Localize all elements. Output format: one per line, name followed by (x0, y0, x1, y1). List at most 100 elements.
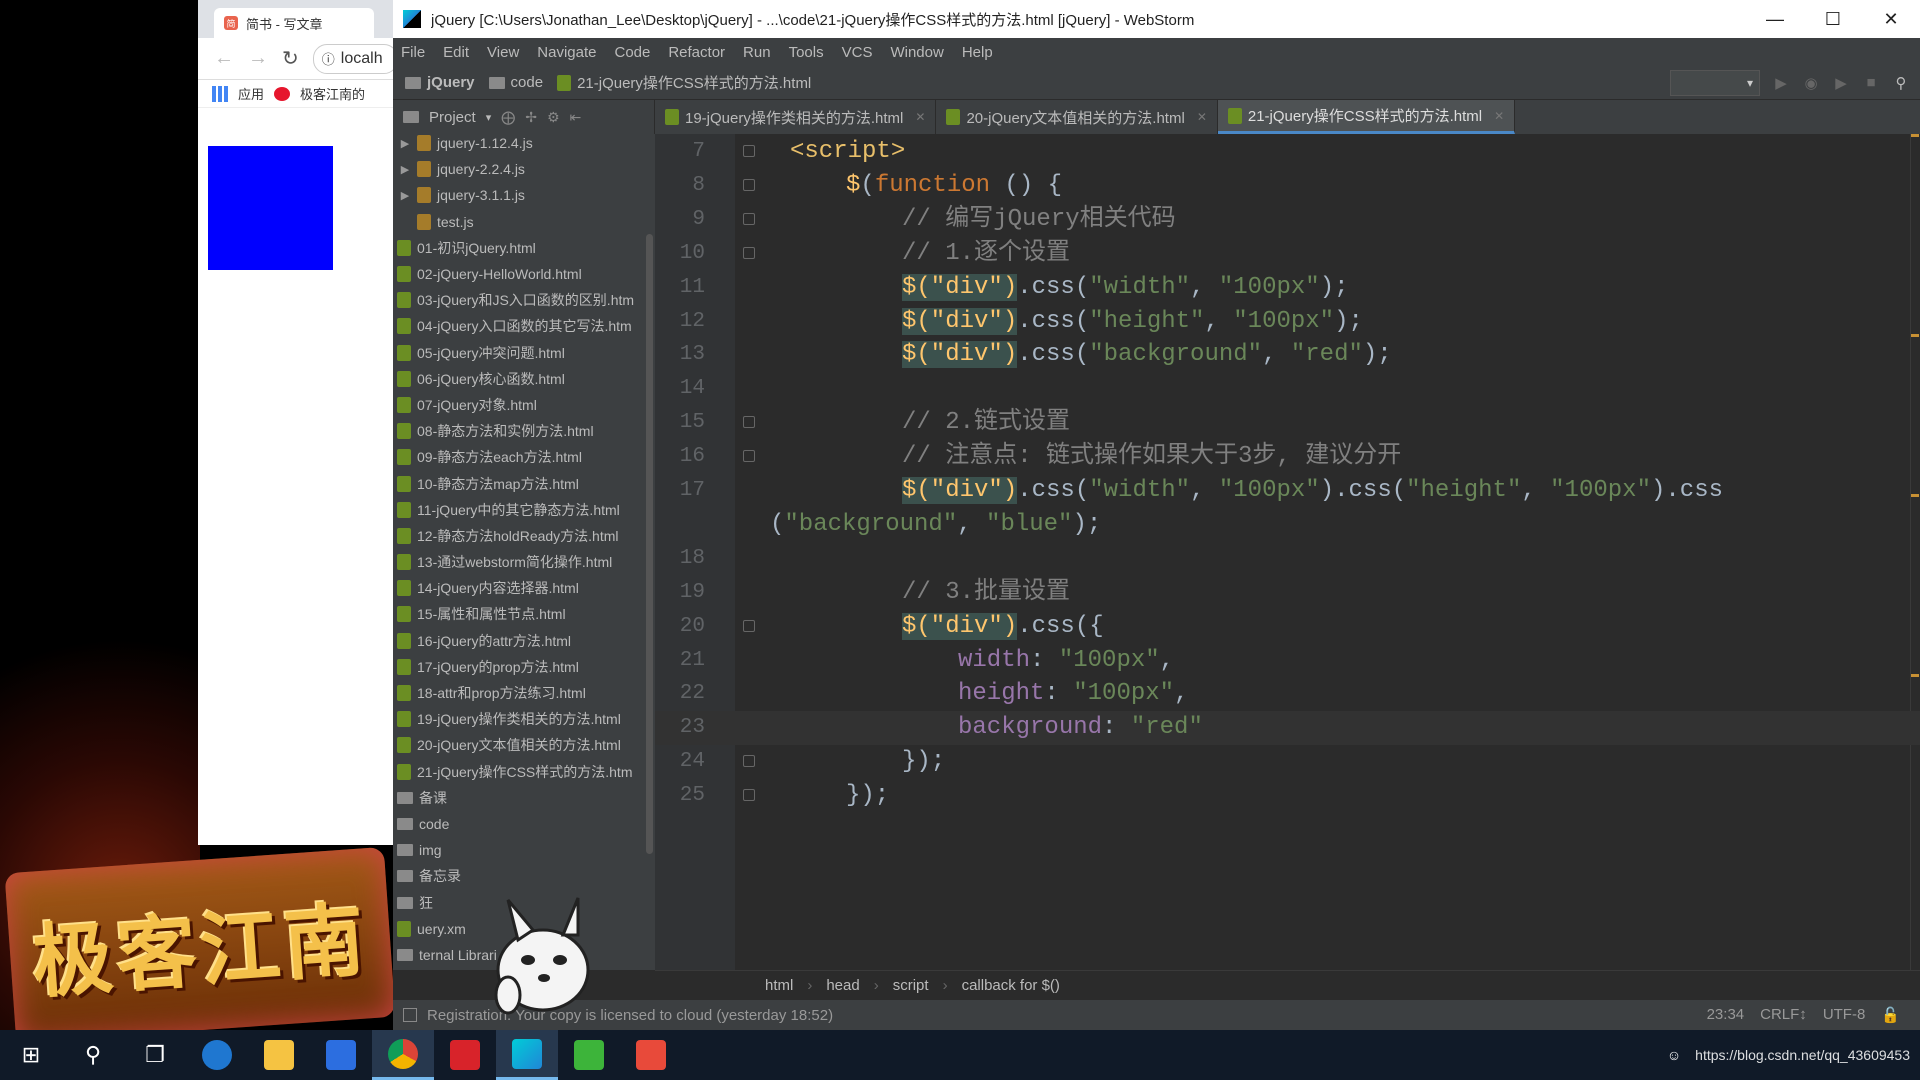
tree-item[interactable]: test.js (393, 209, 655, 235)
address-bar[interactable]: ⓘ localh (312, 43, 398, 74)
fold-marker-icon[interactable] (743, 246, 755, 259)
tree-item[interactable]: ▶ jquery-3.1.1.js (393, 182, 655, 208)
task-view-icon[interactable]: ❐ (124, 1030, 186, 1080)
crumb-script[interactable]: script (893, 977, 929, 994)
fold-marker-icon[interactable] (743, 789, 755, 802)
hide-icon[interactable]: ⇤ (570, 109, 582, 126)
search-icon[interactable]: ⚲ (1892, 74, 1910, 92)
camtasia-icon[interactable] (558, 1030, 620, 1080)
forward-icon[interactable]: → (248, 47, 268, 70)
status-icon[interactable] (403, 1008, 417, 1022)
menu-code[interactable]: Code (614, 44, 650, 61)
fold-marker-icon[interactable] (743, 416, 755, 429)
minimize-icon[interactable]: — (1746, 9, 1804, 30)
tree-item[interactable]: 17-jQuery的prop方法.html (393, 654, 655, 680)
crumb-head[interactable]: head (826, 977, 859, 994)
tree-item[interactable]: 02-jQuery-HelloWorld.html (393, 261, 655, 287)
close-icon[interactable]: ✕ (1862, 9, 1920, 30)
tree-item[interactable]: 14-jQuery内容选择器.html (393, 575, 655, 601)
menu-file[interactable]: File (401, 44, 425, 61)
file-encoding[interactable]: UTF-8 (1823, 1006, 1866, 1024)
code-editor[interactable]: 7 <script> 8 $(function () {9// 编写jQuery相关代… (655, 134, 1920, 970)
close-tab-icon[interactable]: ✕ (915, 110, 925, 124)
menu-tools[interactable]: Tools (789, 44, 824, 61)
tree-item[interactable]: 07-jQuery对象.html (393, 392, 655, 418)
tree-item[interactable]: 21-jQuery操作CSS样式的方法.htm (393, 759, 655, 785)
chevron-right-icon[interactable]: ▶ (399, 163, 411, 176)
crumb-callback[interactable]: callback for $() (962, 977, 1060, 994)
tree-item[interactable]: 10-静态方法map方法.html (393, 470, 655, 496)
reload-icon[interactable]: ↻ (282, 46, 299, 71)
tree-item[interactable]: 08-静态方法和实例方法.html (393, 418, 655, 444)
tree-item[interactable]: 备忘录 (393, 863, 655, 889)
nav-crumb-file[interactable]: 21-jQuery操作CSS样式的方法.html (557, 72, 811, 93)
maximize-icon[interactable]: ☐ (1804, 9, 1862, 30)
menu-run[interactable]: Run (743, 44, 771, 61)
debug-icon[interactable]: ◉ (1802, 74, 1820, 92)
collapse-icon[interactable]: ✢ (525, 109, 537, 126)
chevron-right-icon[interactable]: ▶ (399, 189, 411, 202)
tree-item[interactable]: 备课 (393, 785, 655, 811)
cursor-position[interactable]: 23:34 (1707, 1006, 1745, 1024)
recorder-icon[interactable] (620, 1030, 682, 1080)
tree-item[interactable]: 15-属性和属性节点.html (393, 601, 655, 627)
fold-marker-icon[interactable] (743, 755, 755, 768)
tree-item[interactable]: 12-静态方法holdReady方法.html (393, 523, 655, 549)
tree-item[interactable]: ▶ jquery-2.2.4.js (393, 156, 655, 182)
fold-marker-icon[interactable] (743, 178, 755, 191)
tree-scrollbar[interactable] (646, 234, 653, 854)
tree-item[interactable]: 06-jQuery核心函数.html (393, 366, 655, 392)
start-button[interactable]: ⊞ (0, 1030, 62, 1080)
run-icon[interactable]: ▶ (1772, 74, 1790, 92)
bookmark-jiangnan[interactable]: 极客江南的 (300, 84, 365, 103)
stop-icon[interactable]: ■ (1862, 74, 1880, 92)
bookmark-apps[interactable]: 应用 (238, 84, 264, 103)
chevron-right-icon[interactable]: ▶ (399, 137, 411, 150)
locate-icon[interactable]: ⨁ (501, 109, 515, 126)
menu-help[interactable]: Help (962, 44, 993, 61)
menu-edit[interactable]: Edit (443, 44, 469, 61)
app-icon[interactable] (310, 1030, 372, 1080)
chrome-icon[interactable] (372, 1030, 434, 1080)
fold-marker-icon[interactable] (743, 145, 755, 157)
tree-item[interactable]: ▶ jquery-1.12.4.js (393, 134, 655, 156)
webstorm-taskbar-icon[interactable] (496, 1030, 558, 1080)
project-panel-header[interactable]: Project ▾ ⨁ ✢ ⚙ ⇤ (393, 100, 655, 134)
tree-item[interactable]: 20-jQuery文本值相关的方法.html (393, 732, 655, 758)
tree-item[interactable]: 13-通过webstorm简化操作.html (393, 549, 655, 575)
tree-item[interactable]: img (393, 837, 655, 863)
menu-navigate[interactable]: Navigate (537, 44, 596, 61)
edge-icon[interactable] (186, 1030, 248, 1080)
editor-tab[interactable]: 20-jQuery文本值相关的方法.html ✕ (936, 100, 1218, 134)
back-icon[interactable]: ← (214, 47, 234, 70)
tree-item[interactable]: 01-初识jQuery.html (393, 235, 655, 261)
tree-item[interactable]: 03-jQuery和JS入口函数的区别.htm (393, 287, 655, 313)
coverage-icon[interactable]: ▶ (1832, 74, 1850, 92)
fold-marker-icon[interactable] (743, 450, 755, 463)
nav-crumb-project[interactable]: jQuery (405, 74, 475, 91)
file-explorer-icon[interactable] (248, 1030, 310, 1080)
menu-vcs[interactable]: VCS (842, 44, 873, 61)
tree-item[interactable]: 05-jQuery冲突问题.html (393, 340, 655, 366)
menu-view[interactable]: View (487, 44, 519, 61)
close-tab-icon[interactable]: ✕ (1197, 110, 1207, 124)
crumb-html[interactable]: html (765, 977, 793, 994)
menu-window[interactable]: Window (890, 44, 943, 61)
nav-crumb-code[interactable]: code (488, 74, 543, 91)
tree-item[interactable]: code (393, 811, 655, 837)
browser-tab[interactable]: 简 简书 - 写文章 (214, 8, 374, 38)
menu-refactor[interactable]: Refactor (668, 44, 725, 61)
editor-tab[interactable]: 19-jQuery操作类相关的方法.html ✕ (655, 100, 937, 134)
tree-item[interactable]: 11-jQuery中的其它静态方法.html (393, 497, 655, 523)
xmind-icon[interactable] (434, 1030, 496, 1080)
fold-marker-icon[interactable] (743, 212, 755, 225)
lock-icon[interactable]: 🔓 (1881, 1006, 1900, 1024)
fold-marker-icon[interactable] (743, 619, 755, 632)
editor-tab[interactable]: 21-jQuery操作CSS样式的方法.html ✕ (1217, 100, 1516, 134)
tree-item[interactable]: 19-jQuery操作类相关的方法.html (393, 706, 655, 732)
people-icon[interactable]: ☺ (1667, 1047, 1681, 1063)
gear-icon[interactable]: ⚙ (547, 109, 560, 126)
line-separator[interactable]: CRLF↕ (1760, 1006, 1807, 1024)
search-icon[interactable]: ⚲ (62, 1030, 124, 1080)
run-config-dropdown[interactable]: ▾ (1670, 70, 1760, 96)
